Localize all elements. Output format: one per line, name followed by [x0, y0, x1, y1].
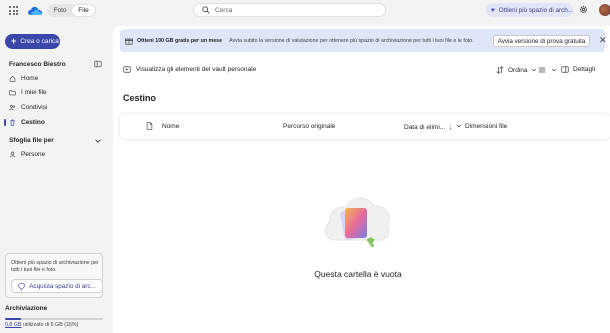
sidebar-item-home[interactable]: Home: [9, 72, 105, 85]
column-name[interactable]: Nome: [162, 123, 179, 130]
sidebar-item-label: Persone: [21, 151, 46, 158]
sidebar-item-label: Home: [21, 75, 39, 82]
sidebar-collapse-icon[interactable]: [94, 60, 102, 68]
start-trial-button[interactable]: Avvia versione di prova gratuita: [493, 35, 590, 47]
storage-used-link[interactable]: 0,8 GB: [5, 322, 22, 328]
tab-file[interactable]: File: [72, 5, 95, 16]
search-input[interactable]: Cerca: [215, 7, 232, 14]
column-original-path[interactable]: Percorso originale: [283, 123, 335, 130]
storage-progress-fill: [5, 318, 21, 320]
onedrive-logo[interactable]: [27, 5, 43, 16]
chevron-down-icon[interactable]: [94, 137, 102, 145]
sort-label: Ordina: [508, 66, 528, 74]
sidebar-item-label: Cestino: [21, 119, 45, 126]
person-icon: [9, 151, 16, 158]
banner-headline: Ottieni 100 GB gratis per un mese: [137, 37, 223, 44]
file-table-header: Nome Percorso originale Data di elimi...…: [120, 114, 610, 139]
empty-folder-illustration: [325, 197, 390, 248]
diamond-icon: [491, 8, 495, 12]
gear-icon[interactable]: [579, 5, 588, 14]
waffle-icon[interactable]: [9, 6, 18, 15]
trash-icon: [10, 119, 15, 126]
vault-link[interactable]: Visualizza gli elementi del vault person…: [123, 66, 256, 73]
buy-storage-button[interactable]: Acquista spazio di arc...: [11, 279, 103, 293]
promo-banner: Ottieni 100 GB gratis per un mese Avvia …: [120, 29, 607, 52]
diamond-icon: [18, 282, 26, 290]
storage-title: Archiviazione: [5, 305, 48, 312]
home-icon: [9, 75, 16, 82]
sort-button[interactable]: Ordina: [496, 66, 541, 74]
storage-usage[interactable]: 0,8 GB utilizzato di 5 GB (16%): [5, 322, 78, 328]
avatar[interactable]: [599, 4, 610, 16]
page-title: Cestino: [123, 93, 157, 103]
empty-state-message: Questa cartella è vuota: [314, 269, 402, 279]
vault-label: Visualizza gli elementi del vault person…: [136, 66, 257, 73]
plus-icon: +: [11, 36, 17, 46]
upsell-text: Ottieni più spazio di archiviazione per …: [11, 260, 99, 273]
list-view-icon: [538, 67, 546, 73]
browse-header[interactable]: Sfoglia file per: [9, 137, 54, 144]
people-icon: [9, 104, 16, 111]
search-box[interactable]: Cerca: [193, 3, 386, 17]
folder-icon: [9, 90, 16, 96]
column-deleted-date-label: Data di elimi...: [404, 124, 446, 131]
sidebar-item-my-files[interactable]: I miei file: [9, 86, 105, 99]
view-switcher: Foto File: [47, 4, 96, 17]
sidebar-item-people[interactable]: Persone: [9, 148, 105, 161]
close-icon[interactable]: ✕: [599, 35, 607, 46]
file-type-icon[interactable]: [146, 122, 153, 130]
sidebar-item-label: I miei file: [21, 89, 47, 96]
details-icon: [561, 66, 569, 73]
details-label: Dettagli: [573, 66, 596, 73]
buy-storage-label: Acquista spazio di arc...: [29, 282, 96, 290]
sort-arrow-icon: ↓: [449, 124, 453, 131]
sort-icon: [496, 66, 504, 74]
tab-foto[interactable]: Foto: [48, 5, 72, 16]
premium-button[interactable]: Ottieni più spazio di arch...: [486, 3, 573, 17]
storage-usage-text: utilizzato di 5 GB (16%): [22, 322, 79, 328]
banner-text: Avvia subito la versione di valutazione …: [229, 37, 474, 44]
column-file-size[interactable]: Dimensioni file: [465, 123, 507, 130]
storage-upsell-card: Ottieni più spazio di archiviazione per …: [5, 253, 103, 298]
column-deleted-date[interactable]: Data di elimi... ↓: [404, 123, 462, 131]
premium-label: Ottieni più spazio di arch...: [498, 6, 573, 14]
search-icon: [202, 6, 210, 14]
user-name: Francesco Biestro: [9, 61, 66, 68]
gift-icon: [125, 38, 133, 45]
create-upload-label: Crea o carica: [20, 38, 59, 45]
storage-progress-bar: [5, 318, 103, 320]
chevron-down-icon: [551, 68, 557, 72]
vault-icon: [123, 66, 131, 73]
sidebar-item-trash[interactable]: Cestino: [4, 116, 105, 129]
view-options-button[interactable]: [538, 66, 561, 74]
main-panel: Ottieni 100 GB gratis per un mese Avvia …: [113, 26, 610, 333]
sidebar-item-shared[interactable]: Condivisi: [9, 101, 105, 114]
sidebar-item-label: Condivisi: [21, 104, 48, 111]
top-bar: Foto File Cerca Ottieni più spazio di ar…: [0, 0, 610, 24]
chevron-down-icon: [531, 68, 536, 72]
create-upload-button[interactable]: + Crea o carica: [5, 34, 60, 49]
details-button[interactable]: Dettagli: [561, 66, 595, 73]
chevron-down-icon: [457, 124, 462, 128]
